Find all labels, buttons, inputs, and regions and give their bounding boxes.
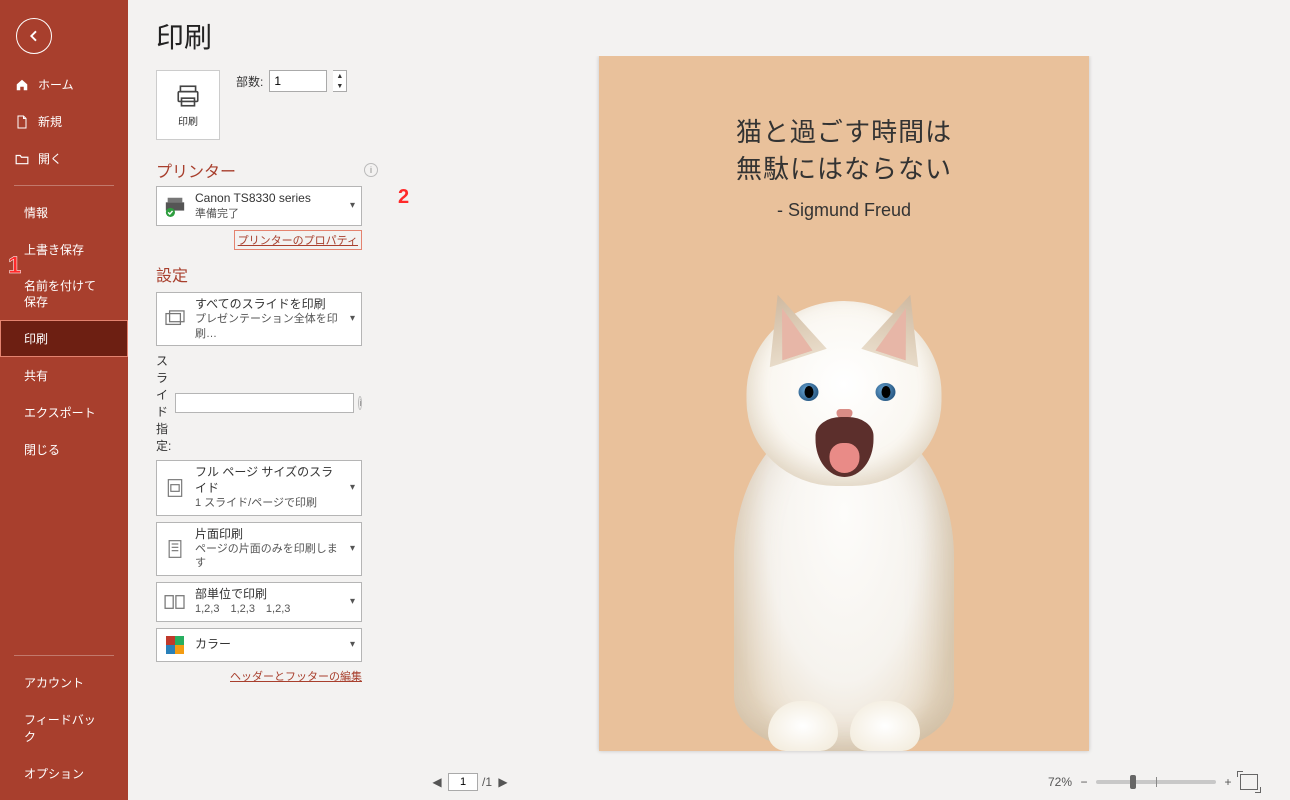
collate-icon bbox=[163, 590, 187, 614]
setting-duplex[interactable]: 片面印刷ページの片面のみを印刷します ▾ bbox=[156, 522, 362, 576]
chevron-down-icon: ▾ bbox=[350, 313, 355, 324]
divider bbox=[14, 655, 114, 656]
next-page-button[interactable]: ▶ bbox=[496, 775, 510, 789]
print-settings-panel: 印刷 印刷 部数: ▲▼ プリンター i Canon TS8330 series… bbox=[128, 0, 390, 800]
spinner-up-icon[interactable]: ▲ bbox=[333, 71, 346, 81]
slide-range-input[interactable] bbox=[175, 393, 354, 413]
copies-input[interactable] bbox=[269, 70, 327, 92]
backstage-sidebar: ホーム 新規 開く 情報 上書き保存 名前を付けて保存 印刷 共有 エクスポート… bbox=[0, 0, 128, 800]
header-footer-link[interactable]: ヘッダーとフッターの編集 bbox=[230, 668, 362, 684]
sidebar-item-export[interactable]: エクスポート bbox=[0, 394, 128, 431]
back-button[interactable] bbox=[16, 18, 52, 54]
quote-author: - Sigmund Freud bbox=[599, 200, 1089, 221]
printer-header: プリンター bbox=[156, 158, 236, 182]
folder-open-icon bbox=[14, 151, 30, 167]
sidebar-item-info[interactable]: 情報 bbox=[0, 194, 128, 231]
printer-select[interactable]: Canon TS8330 series 準備完了 ▾ bbox=[156, 186, 362, 226]
cat-illustration bbox=[689, 281, 999, 751]
total-pages: /1 bbox=[482, 775, 492, 789]
setting-sub: ページの片面のみを印刷します bbox=[195, 542, 342, 571]
slide-range-label: スライド指定: bbox=[156, 352, 171, 454]
sidebar-item-share[interactable]: 共有 bbox=[0, 357, 128, 394]
quote-line-2: 無駄にはならない bbox=[599, 149, 1089, 186]
sidebar-item-account[interactable]: アカウント bbox=[0, 664, 128, 701]
prev-page-button[interactable]: ◀ bbox=[430, 775, 444, 789]
back-arrow-icon bbox=[26, 28, 42, 44]
color-icon bbox=[163, 633, 187, 657]
setting-title: 片面印刷 bbox=[195, 527, 342, 543]
sidebar-item-home[interactable]: ホーム bbox=[0, 66, 128, 103]
quote-line-1: 猫と過ごす時間は bbox=[599, 112, 1089, 149]
setting-layout[interactable]: フル ページ サイズのスライド1 スライド/ページで印刷 ▾ bbox=[156, 460, 362, 515]
info-icon[interactable]: i bbox=[364, 163, 378, 177]
setting-title: 部単位で印刷 bbox=[195, 587, 342, 603]
print-button[interactable]: 印刷 bbox=[156, 70, 220, 140]
chevron-down-icon: ▾ bbox=[350, 482, 355, 493]
setting-sub: プレゼンテーション全体を印刷… bbox=[195, 312, 342, 341]
setting-title: すべてのスライドを印刷 bbox=[195, 297, 342, 313]
info-icon[interactable]: i bbox=[358, 396, 362, 410]
setting-title: フル ページ サイズのスライド bbox=[195, 465, 342, 496]
sidebar-item-label: 新規 bbox=[38, 113, 62, 130]
sidebar-item-print[interactable]: 印刷 bbox=[0, 320, 128, 357]
file-icon bbox=[14, 114, 30, 130]
printer-status: 準備完了 bbox=[195, 207, 342, 221]
preview-status-bar: ◀ /1 ▶ 72% − + bbox=[426, 768, 1262, 796]
copies-spinner[interactable]: ▲▼ bbox=[333, 70, 347, 92]
print-button-label: 印刷 bbox=[178, 113, 198, 128]
zoom-percent: 72% bbox=[1048, 775, 1072, 789]
setting-color[interactable]: カラー ▾ bbox=[156, 628, 362, 662]
setting-sub: 1,2,3 1,2,3 1,2,3 bbox=[195, 602, 342, 616]
sidebar-item-options[interactable]: オプション bbox=[0, 755, 128, 792]
settings-header: 設定 bbox=[156, 262, 188, 286]
fit-to-window-button[interactable] bbox=[1240, 774, 1258, 790]
annotation-1: 1 bbox=[8, 252, 21, 280]
sidebar-item-label: 開く bbox=[38, 150, 62, 167]
setting-title: カラー bbox=[195, 637, 342, 653]
copies-label: 部数: bbox=[236, 73, 263, 90]
sidebar-item-label: ホーム bbox=[38, 76, 74, 93]
chevron-down-icon: ▾ bbox=[350, 596, 355, 607]
setting-collate[interactable]: 部単位で印刷1,2,3 1,2,3 1,2,3 ▾ bbox=[156, 582, 362, 622]
home-icon bbox=[14, 77, 30, 93]
zoom-out-button[interactable]: − bbox=[1078, 775, 1090, 789]
sidebar-item-new[interactable]: 新規 bbox=[0, 103, 128, 140]
slide-preview: 猫と過ごす時間は 無駄にはならない - Sigmund Freud bbox=[599, 56, 1089, 751]
zoom-thumb[interactable] bbox=[1130, 775, 1136, 789]
one-side-icon bbox=[163, 537, 187, 561]
setting-sub: 1 スライド/ページで印刷 bbox=[195, 496, 342, 510]
printer-name: Canon TS8330 series bbox=[195, 191, 342, 207]
sidebar-item-feedback[interactable]: フィードバック bbox=[0, 701, 128, 755]
sidebar-item-open[interactable]: 開く bbox=[0, 140, 128, 177]
current-page-input[interactable] bbox=[448, 773, 478, 791]
all-slides-icon bbox=[163, 307, 187, 331]
chevron-down-icon: ▾ bbox=[350, 543, 355, 554]
zoom-in-button[interactable]: + bbox=[1222, 775, 1234, 789]
full-page-icon bbox=[163, 476, 187, 500]
printer-properties-link[interactable]: プリンターのプロパティ bbox=[234, 230, 362, 250]
chevron-down-icon: ▾ bbox=[350, 200, 355, 211]
printer-icon bbox=[174, 83, 202, 109]
print-preview-area: 猫と過ごす時間は 無駄にはならない - Sigmund Freud ◀ /1 ▶ bbox=[390, 0, 1290, 800]
setting-print-range[interactable]: すべてのスライドを印刷プレゼンテーション全体を印刷… ▾ bbox=[156, 292, 362, 346]
divider bbox=[14, 185, 114, 186]
chevron-down-icon: ▾ bbox=[350, 639, 355, 650]
page-title: 印刷 bbox=[156, 16, 378, 56]
spinner-down-icon[interactable]: ▼ bbox=[333, 81, 346, 91]
zoom-slider[interactable] bbox=[1096, 780, 1216, 784]
sidebar-item-close[interactable]: 閉じる bbox=[0, 431, 128, 468]
printer-ready-icon bbox=[163, 194, 187, 218]
